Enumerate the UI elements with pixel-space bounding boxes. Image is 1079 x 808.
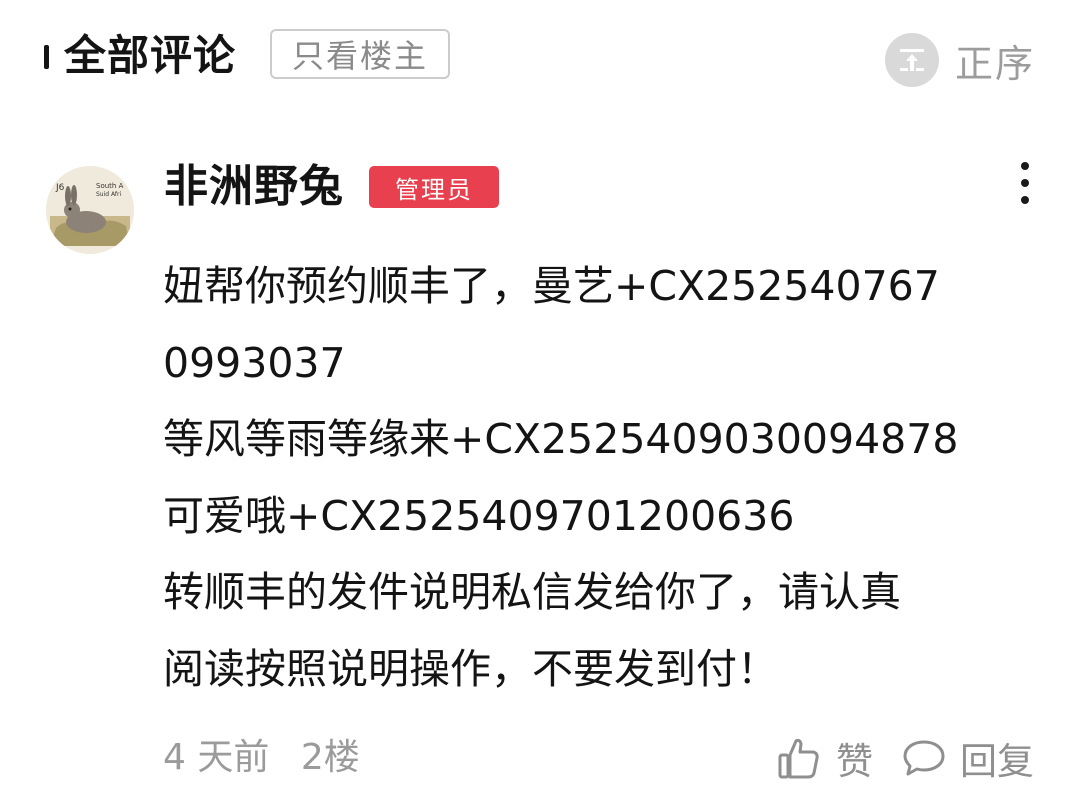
comment-time: 4 天前 <box>163 737 270 778</box>
thumbs-up-icon <box>778 738 819 779</box>
sort-order-toggle[interactable]: 正序 <box>885 32 1035 88</box>
admin-badge: 管理员 <box>369 166 499 208</box>
svg-text:South A: South A <box>96 182 124 190</box>
svg-text:Suid Afri: Suid Afri <box>96 191 121 198</box>
comment-bubble-icon <box>903 740 945 776</box>
comment-line: 等风等雨等缘来+CX2525409030094878 <box>163 415 959 463</box>
like-label: 赞 <box>836 740 873 783</box>
comment-content: 妞帮你预约顺丰了，曼艺+CX252540767 0993037 等风等雨等缘来+… <box>163 248 1023 707</box>
comment-line: 妞帮你预约顺丰了，曼艺+CX252540767 <box>163 262 940 310</box>
like-button[interactable]: 赞 <box>776 730 873 786</box>
svg-text:J6: J6 <box>55 183 65 193</box>
comment-line: 可爱哦+CX2525409701200636 <box>163 491 795 540</box>
comment-username[interactable]: 非洲野兔 <box>164 158 344 216</box>
reply-button[interactable]: 回复 <box>902 730 1034 786</box>
comment-meta: 4 天前 2楼 <box>163 732 360 784</box>
comment-line: 转顺丰的发件说明私信发给你了，请认真 <box>163 568 901 616</box>
rabbit-stamp-avatar-icon: South A Suid Afri J6 <box>46 166 134 254</box>
comment-floor: 2楼 <box>300 737 360 778</box>
avatar[interactable]: South A Suid Afri J6 <box>46 166 134 254</box>
comment-line: 0993037 <box>163 338 346 387</box>
reply-label: 回复 <box>960 740 1034 783</box>
only-op-filter-button[interactable]: 只看楼主 <box>270 29 450 79</box>
sort-ascending-icon <box>885 33 939 87</box>
sort-order-label: 正序 <box>955 41 1036 86</box>
comment-line: 阅读按照说明操作，不要发到付！ <box>163 644 778 693</box>
more-options-icon[interactable] <box>1010 158 1040 208</box>
section-title: 全部评论 <box>64 31 237 80</box>
section-title-marker <box>44 45 49 69</box>
